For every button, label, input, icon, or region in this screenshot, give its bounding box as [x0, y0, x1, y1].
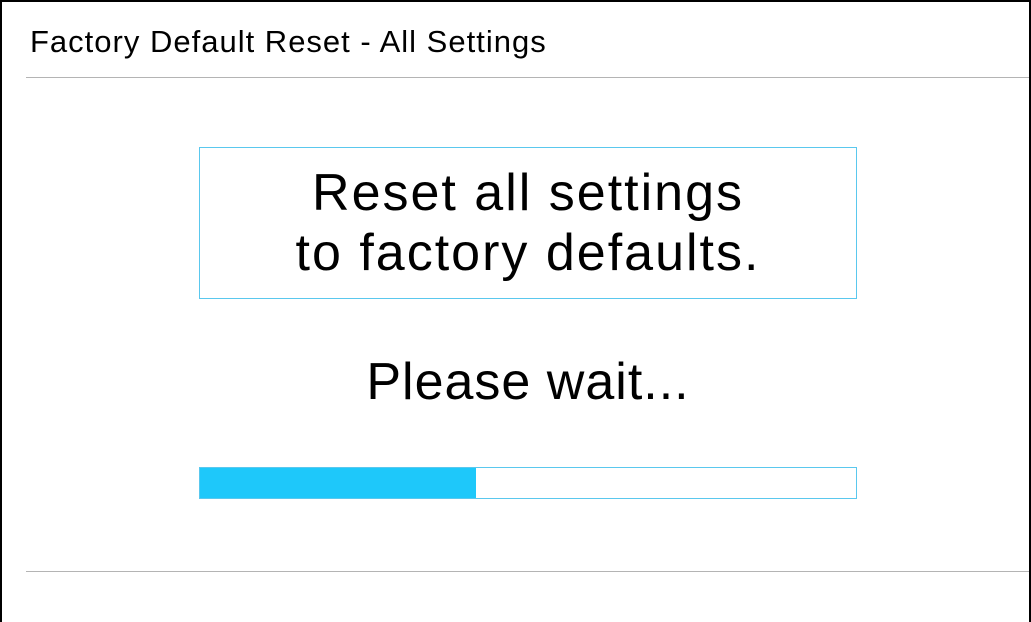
header-divider: [26, 77, 1029, 78]
reset-message-box: Reset all settings to factory defaults.: [199, 147, 857, 299]
progress-bar: [199, 467, 857, 499]
reset-message-line-1: Reset all settings: [312, 164, 744, 222]
reset-message-line-2: to factory defaults.: [295, 224, 761, 282]
progress-bar-fill: [200, 468, 476, 498]
page-title: Factory Default Reset - All Settings: [30, 24, 547, 59]
status-text: Please wait...: [366, 353, 690, 411]
reset-screen: Factory Default Reset - All Settings Res…: [0, 0, 1031, 622]
footer-divider: [26, 571, 1029, 572]
